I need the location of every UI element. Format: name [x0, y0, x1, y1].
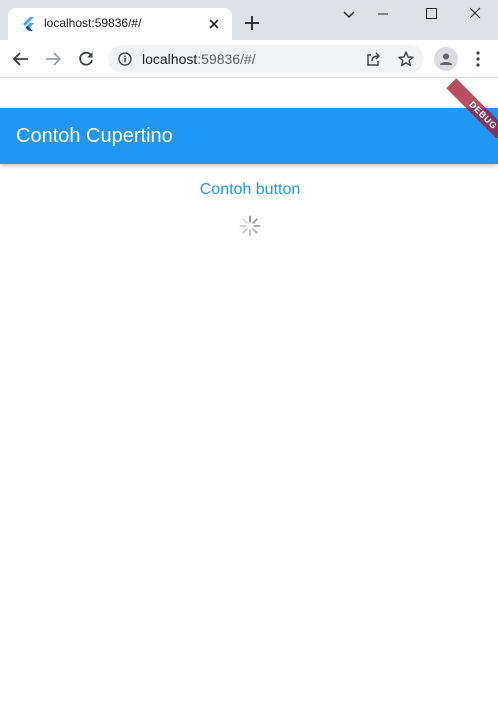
minimize-window-icon[interactable] [360, 4, 406, 24]
activity-spoke [242, 228, 248, 234]
reload-icon[interactable] [76, 49, 96, 69]
site-info-icon[interactable] [118, 52, 132, 66]
forward-arrow-icon[interactable] [43, 49, 63, 69]
url-text[interactable]: localhost:59836/#/ [142, 51, 256, 67]
browser-tabstrip: localhost:59836/#/ [0, 0, 498, 40]
tab-title: localhost:59836/#/ [44, 16, 142, 30]
page-viewport: Contoh Cupertino Contoh button DEBUG [0, 78, 498, 705]
person-icon [440, 53, 452, 65]
url-host: localhost [142, 51, 198, 67]
close-window-icon[interactable] [452, 4, 498, 24]
debug-banner: DEBUG [438, 78, 498, 138]
activity-indicator-icon [239, 215, 261, 237]
activity-spoke [242, 218, 248, 224]
app-bar: Contoh Cupertino [0, 108, 498, 164]
contoh-button[interactable]: Contoh button [186, 178, 314, 204]
browser-toolbar: localhost:59836/#/ [0, 40, 498, 78]
activity-spoke [252, 218, 258, 224]
activity-spoke [252, 228, 258, 234]
address-bar[interactable]: localhost:59836/#/ [108, 45, 424, 73]
share-icon[interactable] [365, 51, 381, 67]
browser-tab[interactable]: localhost:59836/#/ [8, 8, 232, 40]
close-tab-icon[interactable] [206, 16, 222, 32]
flutter-favicon-icon [23, 17, 34, 31]
more-menu-icon[interactable] [470, 49, 486, 69]
debug-banner-label: DEBUG [446, 78, 498, 138]
new-tab-icon[interactable] [243, 14, 261, 32]
url-path: :59836/#/ [197, 51, 256, 67]
app-bar-title: Contoh Cupertino [16, 125, 173, 147]
maximize-window-icon[interactable] [408, 4, 454, 24]
back-arrow-icon[interactable] [11, 49, 31, 69]
bookmark-star-icon[interactable] [397, 50, 415, 68]
profile-avatar[interactable] [434, 47, 458, 71]
